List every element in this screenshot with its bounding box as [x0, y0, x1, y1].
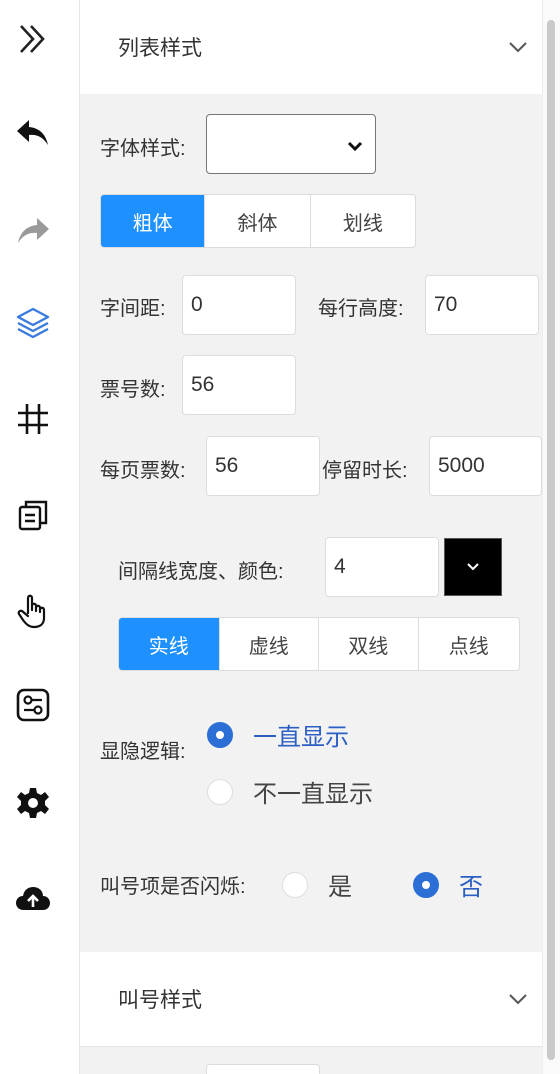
tickets-per-page-input[interactable]: 56 [206, 436, 320, 496]
chevron-down-icon [508, 36, 528, 60]
chevron-down-icon [347, 139, 363, 157]
ticket-number-count-input[interactable]: 56 [182, 355, 296, 415]
bold-button[interactable]: 粗体 [101, 195, 205, 247]
chevron-down-icon [508, 988, 528, 1012]
vertical-scrollbar[interactable] [542, 0, 560, 1074]
chevron-down-icon [467, 563, 479, 571]
letter-spacing-label: 字间距: [100, 298, 166, 320]
section-header-list-style[interactable]: 列表样式 [80, 0, 542, 94]
section-title: 列表样式 [118, 37, 202, 60]
radio-not-always-show[interactable]: 不一直显示 [207, 774, 373, 809]
stay-duration-label: 停留时长: [322, 460, 408, 482]
italic-button[interactable]: 斜体 [204, 195, 309, 247]
stay-duration-input[interactable]: 5000 [429, 436, 542, 496]
radio-label: 一直显示 [253, 724, 349, 751]
partial-input[interactable] [206, 1064, 320, 1074]
redo-icon[interactable] [10, 208, 56, 254]
radio-dot [207, 721, 233, 748]
scrollbar-thumb[interactable] [547, 20, 555, 1060]
chevrons-right-icon[interactable] [10, 16, 56, 62]
double-line-button[interactable]: 双线 [318, 618, 418, 670]
line-style-button-group: 实线 虚线 双线 点线 [118, 617, 520, 671]
radio-blink-yes[interactable]: 是 [282, 867, 352, 902]
radio-blink-no[interactable]: 否 [413, 867, 483, 902]
solid-line-button[interactable]: 实线 [119, 618, 219, 670]
grid-icon[interactable] [10, 396, 56, 442]
row-height-input[interactable]: 70 [425, 275, 539, 335]
ticket-number-count-label: 票号数: [100, 379, 166, 401]
left-toolbar [0, 0, 80, 1074]
text-style-button-group: 粗体 斜体 划线 [100, 194, 416, 248]
radio-label: 不一直显示 [253, 781, 373, 808]
copy-icon[interactable] [10, 492, 56, 538]
radio-label: 否 [459, 874, 483, 901]
undo-icon[interactable] [10, 110, 56, 156]
letter-spacing-input[interactable]: 0 [182, 275, 296, 335]
row-height-label: 每行高度: [318, 298, 404, 320]
radio-label: 是 [328, 874, 352, 901]
radio-dot [207, 778, 233, 805]
radio-always-show[interactable]: 一直显示 [207, 717, 349, 752]
properties-panel: 列表样式 字体样式: 粗体 斜体 划线 字间距: 0 每行高度: 70 票号数:… [80, 0, 542, 1074]
visibility-logic-label: 显隐逻辑: [100, 741, 186, 763]
dashed-line-button[interactable]: 虚线 [218, 618, 319, 670]
radio-dot [282, 871, 308, 898]
section-header-call-style[interactable]: 叫号样式 [80, 952, 542, 1046]
sliders-icon[interactable] [10, 682, 56, 728]
divider-label: 间隔线宽度、颜色: [118, 561, 284, 583]
divider-width-input[interactable]: 4 [325, 537, 439, 597]
radio-dot [413, 871, 439, 898]
strikethrough-button[interactable]: 划线 [309, 195, 415, 247]
section-title: 叫号样式 [118, 989, 202, 1012]
tickets-per-page-label: 每页票数: [100, 460, 186, 482]
font-style-label: 字体样式: [100, 138, 186, 160]
divider-line [80, 1046, 542, 1047]
dotted-line-button[interactable]: 点线 [417, 618, 520, 670]
hand-pointer-icon[interactable] [10, 588, 56, 634]
cloud-upload-icon[interactable] [10, 876, 56, 922]
blink-label: 叫号项是否闪烁: [100, 876, 246, 898]
layers-icon[interactable] [10, 300, 56, 346]
gear-icon[interactable] [10, 780, 56, 826]
font-style-select[interactable] [206, 114, 376, 174]
divider-color-picker[interactable] [444, 538, 502, 596]
